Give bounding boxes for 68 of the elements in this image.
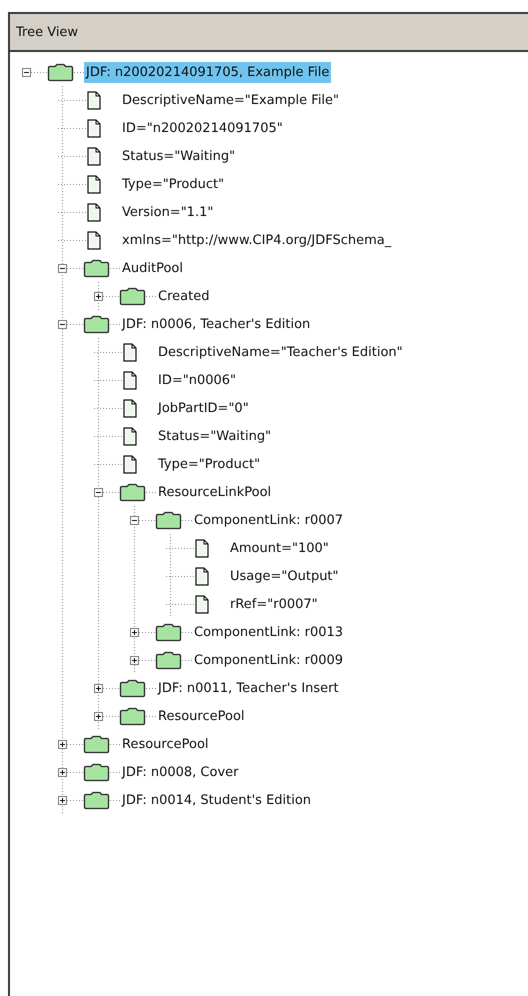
folder-icon xyxy=(83,734,110,754)
tree-item[interactable]: JDF: n0014, Student's Edition xyxy=(120,790,314,810)
document-icon xyxy=(87,118,101,138)
tree-item[interactable]: Status="Waiting" xyxy=(156,426,274,446)
tree-item[interactable]: Status="Waiting" xyxy=(120,146,238,166)
document-icon xyxy=(123,454,137,474)
tree-item[interactable]: rRef="r0007" xyxy=(228,594,320,614)
tree-item[interactable]: JDF: n20020214091705, Example File xyxy=(84,62,332,82)
tree-item[interactable]: ResourcePool xyxy=(120,734,211,754)
folder-icon xyxy=(155,650,182,670)
expand-icon[interactable] xyxy=(94,684,103,692)
collapse-icon[interactable] xyxy=(130,516,139,524)
tree-item[interactable]: Version="1.1" xyxy=(120,202,216,222)
tree-item[interactable]: AuditPool xyxy=(120,258,185,278)
document-icon xyxy=(123,426,137,446)
folder-icon xyxy=(119,482,146,502)
tree-item[interactable]: Type="Product" xyxy=(120,174,226,194)
folder-icon xyxy=(155,510,182,530)
collapse-icon[interactable] xyxy=(58,264,67,272)
folder-icon xyxy=(155,622,182,642)
expand-icon[interactable] xyxy=(58,796,67,804)
document-icon xyxy=(123,342,137,362)
document-icon xyxy=(87,90,101,110)
collapse-icon[interactable] xyxy=(58,320,67,328)
tree-item[interactable]: JobPartID="0" xyxy=(156,398,251,418)
document-icon xyxy=(87,230,101,250)
tree-item[interactable]: ComponentLink: r0007 xyxy=(192,510,346,530)
folder-icon xyxy=(119,286,146,306)
document-icon xyxy=(87,202,101,222)
collapse-icon[interactable] xyxy=(94,488,103,496)
document-icon xyxy=(123,398,137,418)
expand-icon[interactable] xyxy=(94,292,103,300)
document-icon xyxy=(195,566,209,586)
tree-item[interactable]: JDF: n0006, Teacher's Edition xyxy=(120,314,312,334)
tree-item[interactable]: DescriptiveName="Teacher's Edition" xyxy=(156,342,405,362)
tree-item[interactable]: DescriptiveName="Example File" xyxy=(120,90,342,110)
folder-icon xyxy=(119,678,146,698)
tree-item[interactable]: Amount="100" xyxy=(228,538,331,558)
panel-title: Tree View xyxy=(10,14,528,52)
document-icon xyxy=(195,538,209,558)
tree-item[interactable]: JDF: n0011, Teacher's Insert xyxy=(156,678,341,698)
folder-icon xyxy=(47,62,74,82)
folder-icon xyxy=(83,790,110,810)
tree-item[interactable]: xmlns="http://www.CIP4.org/JDFSchema_ xyxy=(120,230,394,250)
collapse-icon[interactable] xyxy=(22,68,31,76)
folder-icon xyxy=(119,706,146,726)
tree-item[interactable]: JDF: n0008, Cover xyxy=(120,762,240,782)
expand-icon[interactable] xyxy=(58,768,67,776)
tree-item[interactable]: ComponentLink: r0009 xyxy=(192,650,346,670)
tree-item[interactable]: ID="n0006" xyxy=(156,370,238,390)
tree-item[interactable]: ID="n20020214091705" xyxy=(120,118,285,138)
document-icon xyxy=(195,594,209,614)
folder-icon xyxy=(83,762,110,782)
tree-item[interactable]: Usage="Output" xyxy=(228,566,341,586)
folder-icon xyxy=(83,258,110,278)
tree-item[interactable]: ComponentLink: r0013 xyxy=(192,622,346,642)
tree-item[interactable]: Created xyxy=(156,286,212,306)
document-icon xyxy=(87,146,101,166)
document-icon xyxy=(87,174,101,194)
expand-icon[interactable] xyxy=(130,656,139,664)
folder-icon xyxy=(83,314,110,334)
tree-item[interactable]: ResourceLinkPool xyxy=(156,482,274,502)
expand-icon[interactable] xyxy=(94,712,103,720)
document-icon xyxy=(123,370,137,390)
tree-item[interactable]: ResourcePool xyxy=(156,706,247,726)
expand-icon[interactable] xyxy=(58,740,67,748)
expand-icon[interactable] xyxy=(130,628,139,636)
tree-item[interactable]: Type="Product" xyxy=(156,454,262,474)
